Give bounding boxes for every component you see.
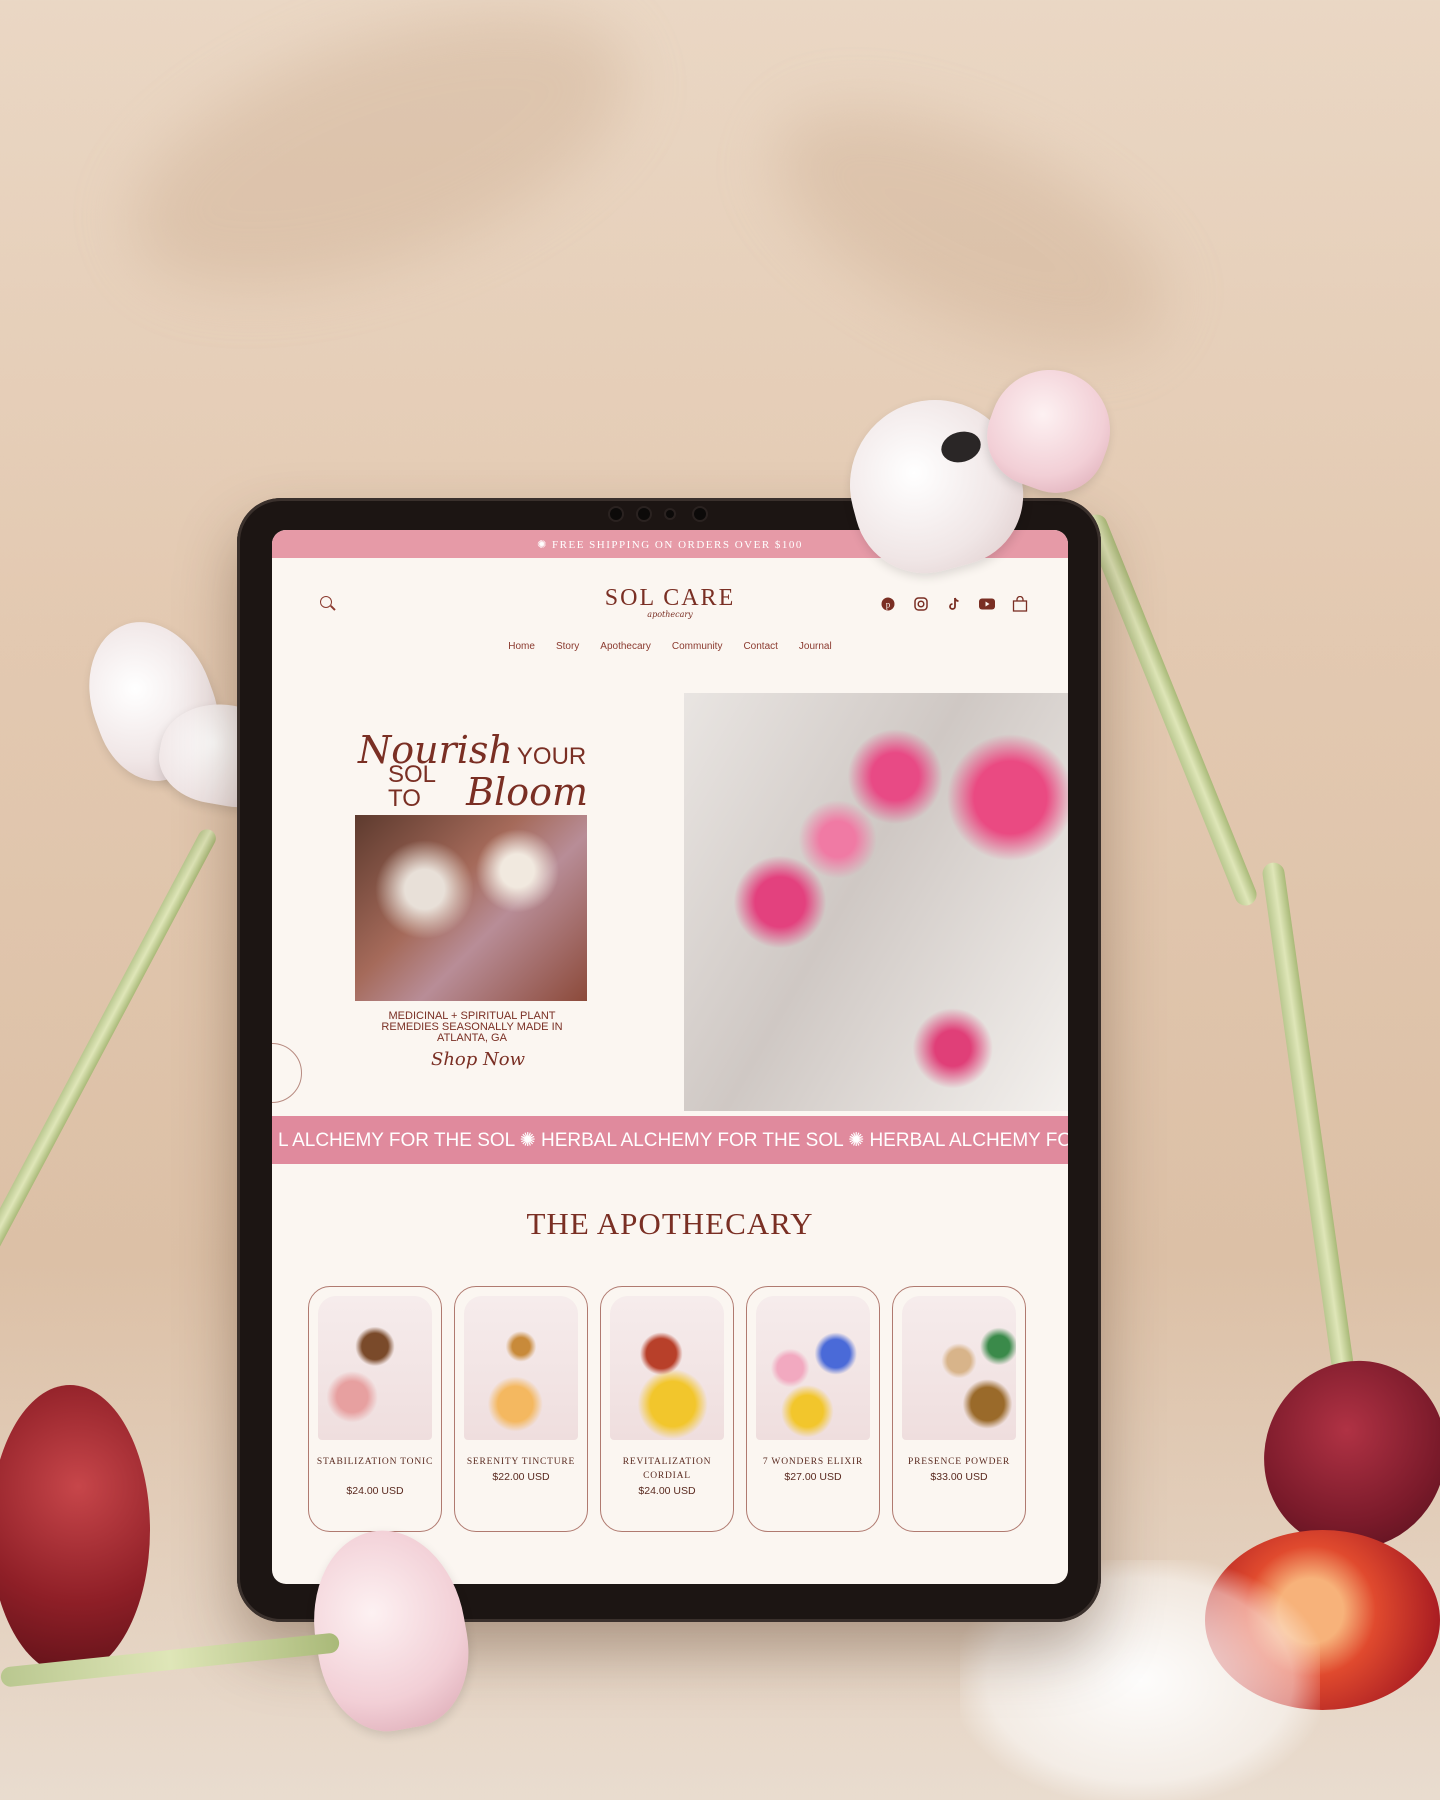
website-screen: ✺ FREE SHIPPING ON ORDERS OVER $100 SOL …	[272, 530, 1068, 1584]
social-links: p	[880, 596, 1028, 612]
product-price: $24.00 USD	[346, 1485, 404, 1497]
flower-stem-right	[1082, 511, 1260, 909]
nav-journal[interactable]: Journal	[799, 641, 832, 652]
product-image	[318, 1296, 432, 1440]
youtube-icon[interactable]	[979, 596, 995, 612]
product-card[interactable]: Serenity Tincture $22.00 USD	[454, 1286, 588, 1532]
tablet-device: ✺ FREE SHIPPING ON ORDERS OVER $100 SOL …	[237, 498, 1101, 1622]
anemone-center	[937, 427, 985, 467]
flower-stem-right-lower	[1261, 861, 1361, 1419]
hero-tagline: MEDICINAL + SPIRITUAL PLANT REMEDIES SEA…	[381, 1010, 563, 1044]
product-image	[464, 1296, 578, 1440]
hero-headline: Nourish YOUR SOL TO Bloom	[358, 731, 588, 811]
product-price: $33.00 USD	[930, 1471, 988, 1483]
nav-contact[interactable]: Contact	[743, 641, 777, 652]
headline-caps-2: SOL TO	[388, 761, 436, 812]
product-name: 7 Wonders Elixir	[762, 1457, 864, 1467]
product-image	[902, 1296, 1016, 1440]
product-name: Revitalization Cordial	[622, 1457, 712, 1481]
main-nav: Home Story Apothecary Community Contact …	[272, 641, 1068, 652]
flower-stem-left	[0, 826, 220, 1294]
nav-community[interactable]: Community	[672, 641, 723, 652]
svg-text:p: p	[886, 600, 891, 610]
product-card[interactable]: 7 Wonders Elixir $27.00 USD	[746, 1286, 880, 1532]
site-header: SOL CARE apothecary p	[272, 558, 1068, 638]
pinterest-icon[interactable]: p	[880, 596, 896, 612]
hero-flower-photo	[684, 693, 1068, 1111]
nav-story[interactable]: Story	[556, 641, 579, 652]
shadow-decor	[98, 0, 662, 343]
product-price: $24.00 USD	[638, 1485, 696, 1497]
product-image	[756, 1296, 870, 1440]
cart-icon[interactable]	[1012, 596, 1028, 612]
product-grid: Stabilization Tonic $24.00 USD Serenity …	[308, 1286, 1026, 1532]
headline-script-2: Bloom	[466, 770, 588, 814]
hero-left-panel: Nourish YOUR SOL TO Bloom MEDICINAL + SP…	[272, 693, 684, 1111]
hero-section: Nourish YOUR SOL TO Bloom MEDICINAL + SP…	[272, 693, 1068, 1111]
product-name: Serenity Tincture	[466, 1457, 576, 1467]
product-card[interactable]: Revitalization Cordial $24.00 USD	[600, 1286, 734, 1532]
shadow-decor	[741, 59, 1199, 401]
product-price: $22.00 USD	[492, 1471, 550, 1483]
camera-dot	[610, 508, 622, 520]
tiktok-icon[interactable]	[946, 596, 962, 612]
product-price: $27.00 USD	[784, 1471, 842, 1483]
instagram-icon[interactable]	[913, 596, 929, 612]
shop-now-link[interactable]: Shop Now	[272, 1049, 684, 1070]
marquee-banner: L ALCHEMY FOR THE SOL ✺ HERBAL ALCHEMY F…	[272, 1116, 1068, 1164]
section-title: THE APOTHECARY	[526, 1206, 814, 1241]
nav-home[interactable]: Home	[508, 641, 535, 652]
plum-left	[0, 1385, 150, 1675]
nav-apothecary[interactable]: Apothecary	[600, 641, 651, 652]
camera-dot	[694, 508, 706, 520]
product-image	[610, 1296, 724, 1440]
headline-caps-1: YOUR	[516, 743, 587, 770]
marquee-text: L ALCHEMY FOR THE SOL ✺ HERBAL ALCHEMY F…	[278, 1129, 1068, 1151]
hero-bouquet-photo	[355, 815, 587, 1001]
camera-dot	[666, 510, 674, 518]
product-name: Stabilization Tonic	[316, 1457, 434, 1467]
product-card[interactable]: Stabilization Tonic $24.00 USD	[308, 1286, 442, 1532]
camera-dot	[638, 508, 650, 520]
product-name: Presence Powder	[908, 1457, 1010, 1467]
product-card[interactable]: Presence Powder $33.00 USD	[892, 1286, 1026, 1532]
